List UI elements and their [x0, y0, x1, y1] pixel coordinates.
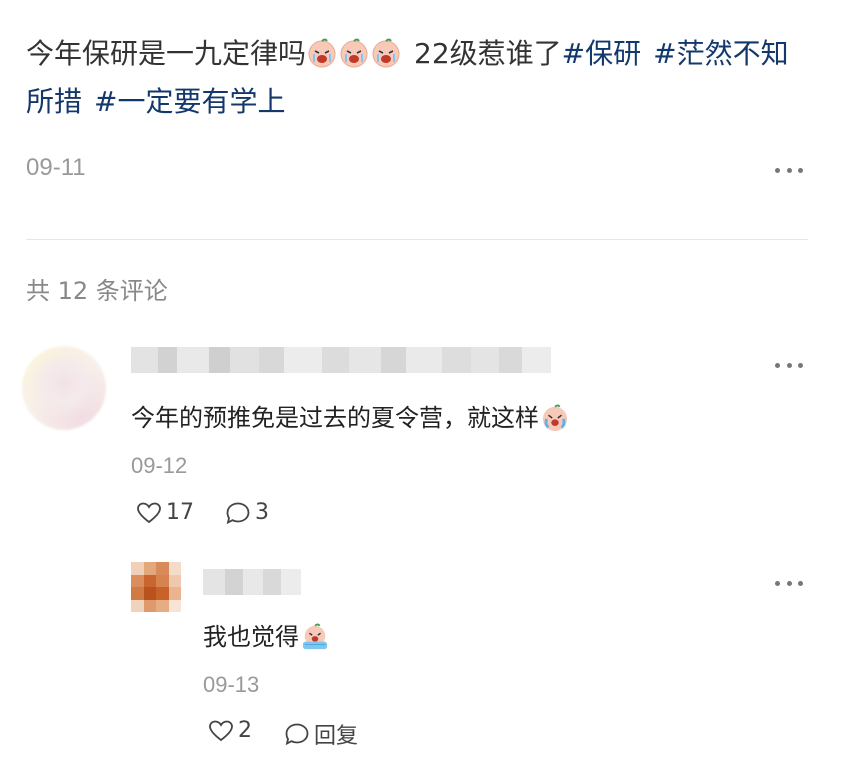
crying-face-emoji-icon	[542, 404, 568, 432]
post-text-main: 今年保研是一九定律吗	[26, 37, 307, 70]
crying-face-emoji-icon	[340, 38, 368, 68]
reply-count: 3	[255, 500, 269, 525]
reply-text: 我也觉得	[203, 617, 329, 652]
like-button[interactable]: 17	[136, 500, 194, 525]
divider	[26, 239, 808, 240]
hashtag-link[interactable]: #保研	[562, 37, 641, 70]
like-count: 17	[166, 500, 194, 525]
hashtag-link[interactable]: #一定要有学上	[94, 85, 285, 118]
avatar[interactable]	[22, 346, 106, 430]
post-date: 09-11	[26, 154, 86, 181]
heart-icon	[137, 502, 161, 523]
comment-count: 共 12 条评论	[26, 277, 168, 305]
heart-icon	[209, 720, 233, 741]
crying-face-emoji-icon	[308, 38, 336, 68]
post-more-icon[interactable]	[775, 165, 803, 175]
comment-bubble-icon	[226, 502, 250, 524]
crying-face-emoji-icon	[372, 38, 400, 68]
post-body: 今年保研是一九定律吗 22级惹谁了#保研 #茫然不知所措 #一定要有学上	[26, 30, 796, 126]
reply-button[interactable]: 回复	[284, 718, 358, 750]
reply-button[interactable]: 3	[225, 500, 269, 525]
reply-more-icon[interactable]	[775, 578, 803, 588]
comment-more-icon[interactable]	[775, 360, 803, 370]
comment-bubble-icon	[285, 723, 309, 746]
reply-text-body: 我也觉得	[203, 623, 299, 651]
post-text-secondary: 22级惹谁了	[414, 37, 562, 70]
like-count: 2	[238, 718, 252, 743]
comment-date: 09-12	[131, 453, 188, 478]
comment-text: 今年的预推免是过去的夏令营，就这样	[131, 398, 569, 433]
commenter-name-blurred[interactable]	[131, 347, 551, 373]
reply-date: 09-13	[203, 672, 260, 697]
like-button[interactable]: 2	[208, 718, 252, 743]
avatar[interactable]	[131, 562, 181, 612]
post-text: 今年保研是一九定律吗 22级惹谁了#保研 #茫然不知所措 #一定要有学上	[26, 30, 796, 126]
reply-label: 回复	[314, 724, 359, 749]
commenter-name-blurred[interactable]	[203, 569, 301, 595]
comment-text-body: 今年的预推免是过去的夏令营，就这样	[131, 404, 539, 432]
crying-face-emoji-icon	[302, 623, 328, 650]
